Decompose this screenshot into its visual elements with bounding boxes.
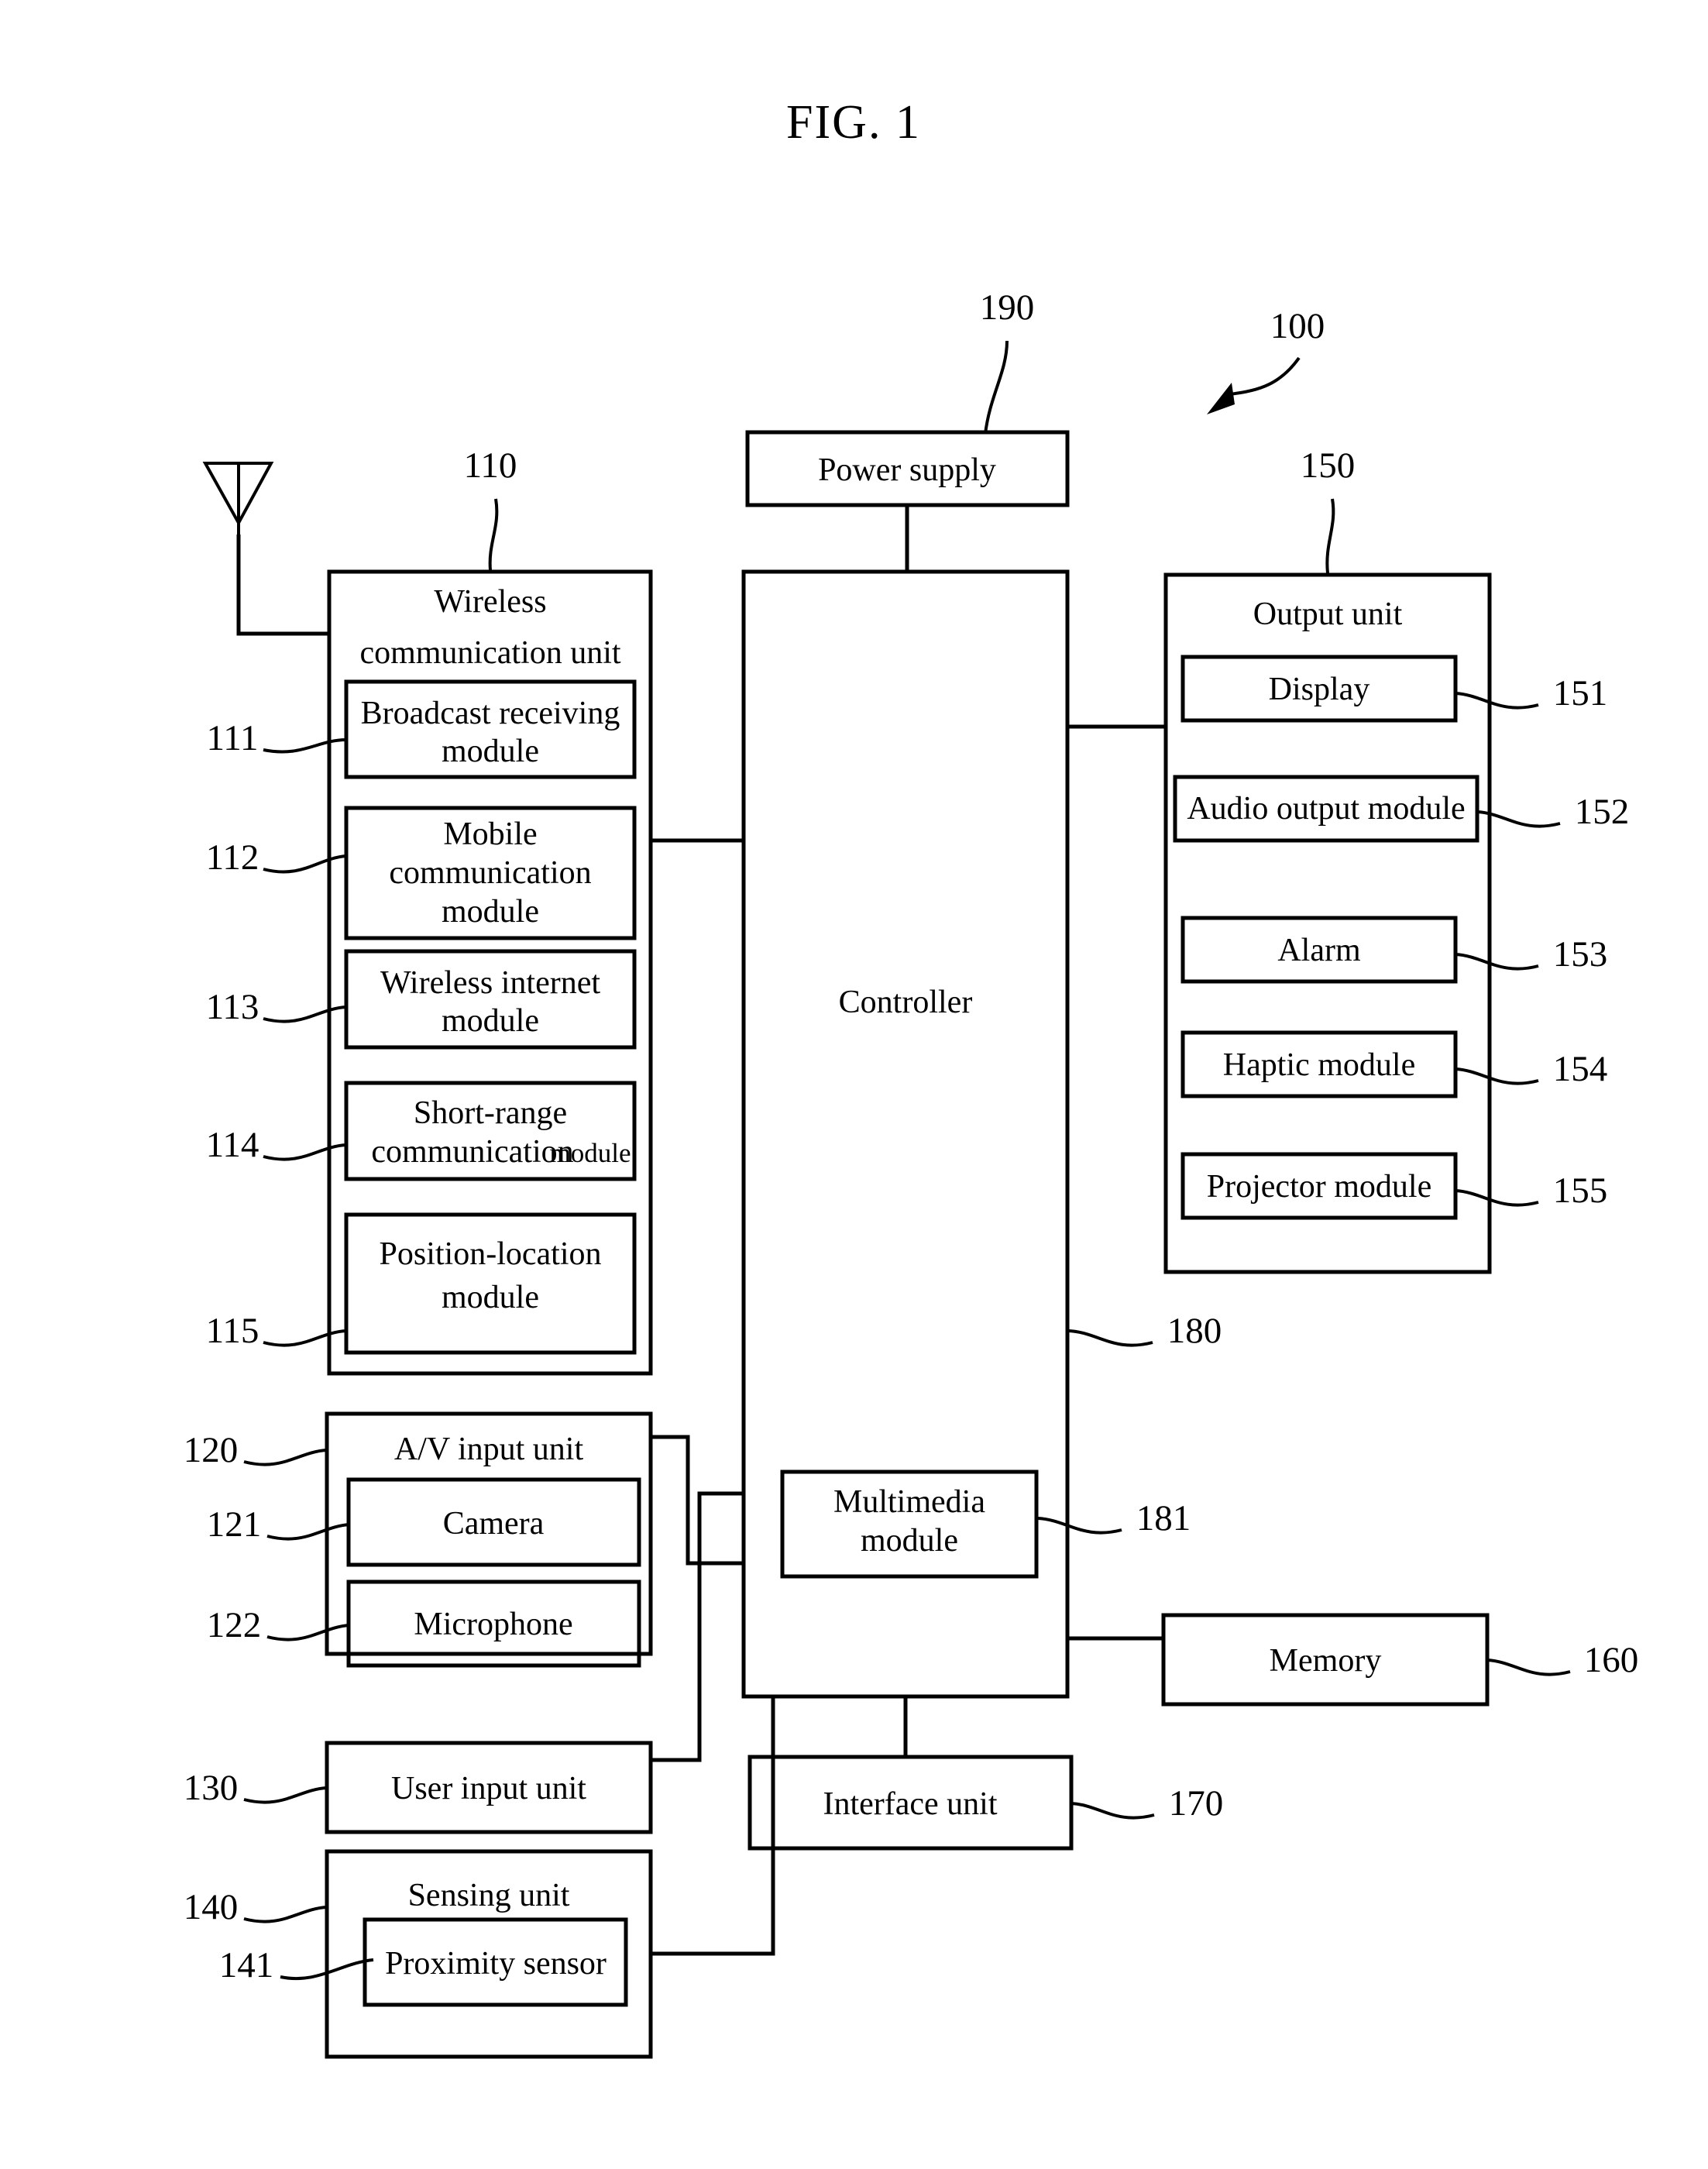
wire-sensing-to-controller: [651, 1696, 775, 1956]
short-range-communication-module-label-line1: Short-range: [414, 1095, 567, 1131]
sensing-unit-ref: 140: [184, 1887, 239, 1927]
projector-module-leader: [1455, 1189, 1539, 1207]
sensing-unit-leader: [243, 1906, 328, 1923]
display-ref: 151: [1553, 673, 1608, 713]
position-location-module-label-line2: module: [442, 1280, 539, 1315]
output-unit-leader: [1325, 498, 1335, 574]
broadcast-receiving-module-leader: [263, 738, 347, 754]
mobile-communication-module-label-line2: communication: [389, 855, 591, 891]
device-ref: 100: [1270, 306, 1325, 346]
wireless-internet-module-leader: [263, 1005, 347, 1023]
audio-output-module-label: Audio output module: [1187, 791, 1465, 827]
wire-av-input-to-controller: [651, 1435, 744, 1566]
alarm-ref: 153: [1553, 934, 1608, 975]
av-input-unit-leader: [243, 1449, 328, 1466]
wireless-internet-module-label-line1: Wireless internet: [380, 965, 600, 1001]
display-label: Display: [1269, 672, 1370, 707]
output-unit-label: Output unit: [1253, 596, 1403, 632]
interface-unit-label: Interface unit: [823, 1786, 997, 1822]
controller-ref: 180: [1167, 1311, 1222, 1351]
interface-unit-ref: 170: [1169, 1783, 1224, 1824]
user-input-unit-leader: [243, 1786, 328, 1804]
controller-label: Controller: [839, 985, 973, 1020]
block-diagram: FIG. 1 Power supply 190 100 Wireless com…: [184, 96, 1639, 2059]
output-unit-ref: 150: [1301, 445, 1356, 486]
short-range-communication-module-ref: 114: [206, 1125, 259, 1165]
multimedia-module-ref: 181: [1136, 1498, 1191, 1538]
haptic-module-ref: 154: [1553, 1049, 1608, 1089]
microphone-leader: [266, 1624, 351, 1641]
position-location-module-leader: [263, 1329, 347, 1347]
wireless-communication-unit-ref: 110: [464, 445, 517, 486]
interface-unit-leader: [1071, 1802, 1155, 1820]
short-range-communication-module-leader: [263, 1143, 347, 1161]
controller-leader: [1068, 1329, 1153, 1347]
sensing-unit-label: Sensing unit: [408, 1878, 570, 1913]
microphone-label: Microphone: [414, 1607, 572, 1642]
camera-label: Camera: [443, 1506, 545, 1542]
memory-ref: 160: [1584, 1640, 1639, 1680]
camera-ref: 121: [207, 1504, 262, 1545]
wireless-internet-module-label-line2: module: [442, 1003, 539, 1039]
mobile-communication-module-ref: 112: [206, 837, 259, 878]
power-supply-ref: 190: [980, 287, 1035, 328]
position-location-module-ref: 115: [206, 1311, 259, 1351]
haptic-module-label: Haptic module: [1223, 1047, 1415, 1083]
short-range-communication-module-label-line2: communication: [371, 1134, 573, 1170]
camera-leader: [266, 1523, 351, 1541]
mobile-communication-module-label-line1: Mobile: [443, 816, 537, 852]
memory-leader: [1486, 1659, 1571, 1676]
memory-label: Memory: [1270, 1643, 1382, 1679]
wireless-communication-unit-label-line2: communication unit: [359, 635, 620, 671]
av-input-unit-label: A/V input unit: [394, 1432, 584, 1467]
display-leader: [1455, 692, 1539, 710]
broadcast-receiving-module-label-line1: Broadcast receiving: [361, 696, 620, 731]
alarm-leader: [1455, 953, 1539, 971]
multimedia-module-leader: [1037, 1517, 1122, 1535]
microphone-ref: 122: [207, 1605, 262, 1645]
multimedia-module-label-line2: module: [861, 1523, 958, 1559]
haptic-module-leader: [1455, 1067, 1539, 1085]
patent-figure-page: FIG. 1 Power supply 190 100 Wireless com…: [0, 0, 1708, 2169]
alarm-label: Alarm: [1277, 933, 1361, 968]
mobile-communication-module-label-line3: module: [442, 894, 539, 930]
power-supply-leader: [984, 340, 1009, 435]
projector-module-ref: 155: [1553, 1170, 1608, 1211]
antenna-icon: [202, 462, 329, 636]
wireless-internet-module-ref: 113: [206, 987, 259, 1027]
wireless-communication-unit-label-line1: Wireless: [434, 584, 546, 620]
wire-user-input-to-controller: [651, 1491, 744, 1762]
device-reference-callout: 100: [1207, 306, 1325, 414]
projector-module-label: Projector module: [1207, 1169, 1431, 1205]
user-input-unit-ref: 130: [184, 1768, 239, 1808]
av-input-unit-ref: 120: [184, 1430, 239, 1470]
proximity-sensor-label: Proximity sensor: [385, 1946, 607, 1982]
device-leader: [1223, 356, 1301, 397]
position-location-module-label-line1: Position-location: [380, 1236, 602, 1272]
power-supply-label: Power supply: [818, 452, 996, 488]
broadcast-receiving-module-label-line2: module: [442, 734, 539, 769]
wireless-communication-unit-leader: [488, 498, 499, 571]
user-input-unit-label: User input unit: [391, 1771, 586, 1806]
proximity-sensor-ref: 141: [219, 1945, 274, 1985]
short-range-communication-module-label-line2b: module: [550, 1138, 631, 1168]
figure-title: FIG. 1: [786, 96, 921, 149]
audio-output-module-ref: 152: [1575, 792, 1630, 832]
pointer-arrow-icon: [1207, 383, 1235, 414]
multimedia-module-label-line1: Multimedia: [833, 1484, 985, 1520]
broadcast-receiving-module-ref: 111: [206, 718, 258, 758]
mobile-communication-module-leader: [263, 854, 347, 874]
